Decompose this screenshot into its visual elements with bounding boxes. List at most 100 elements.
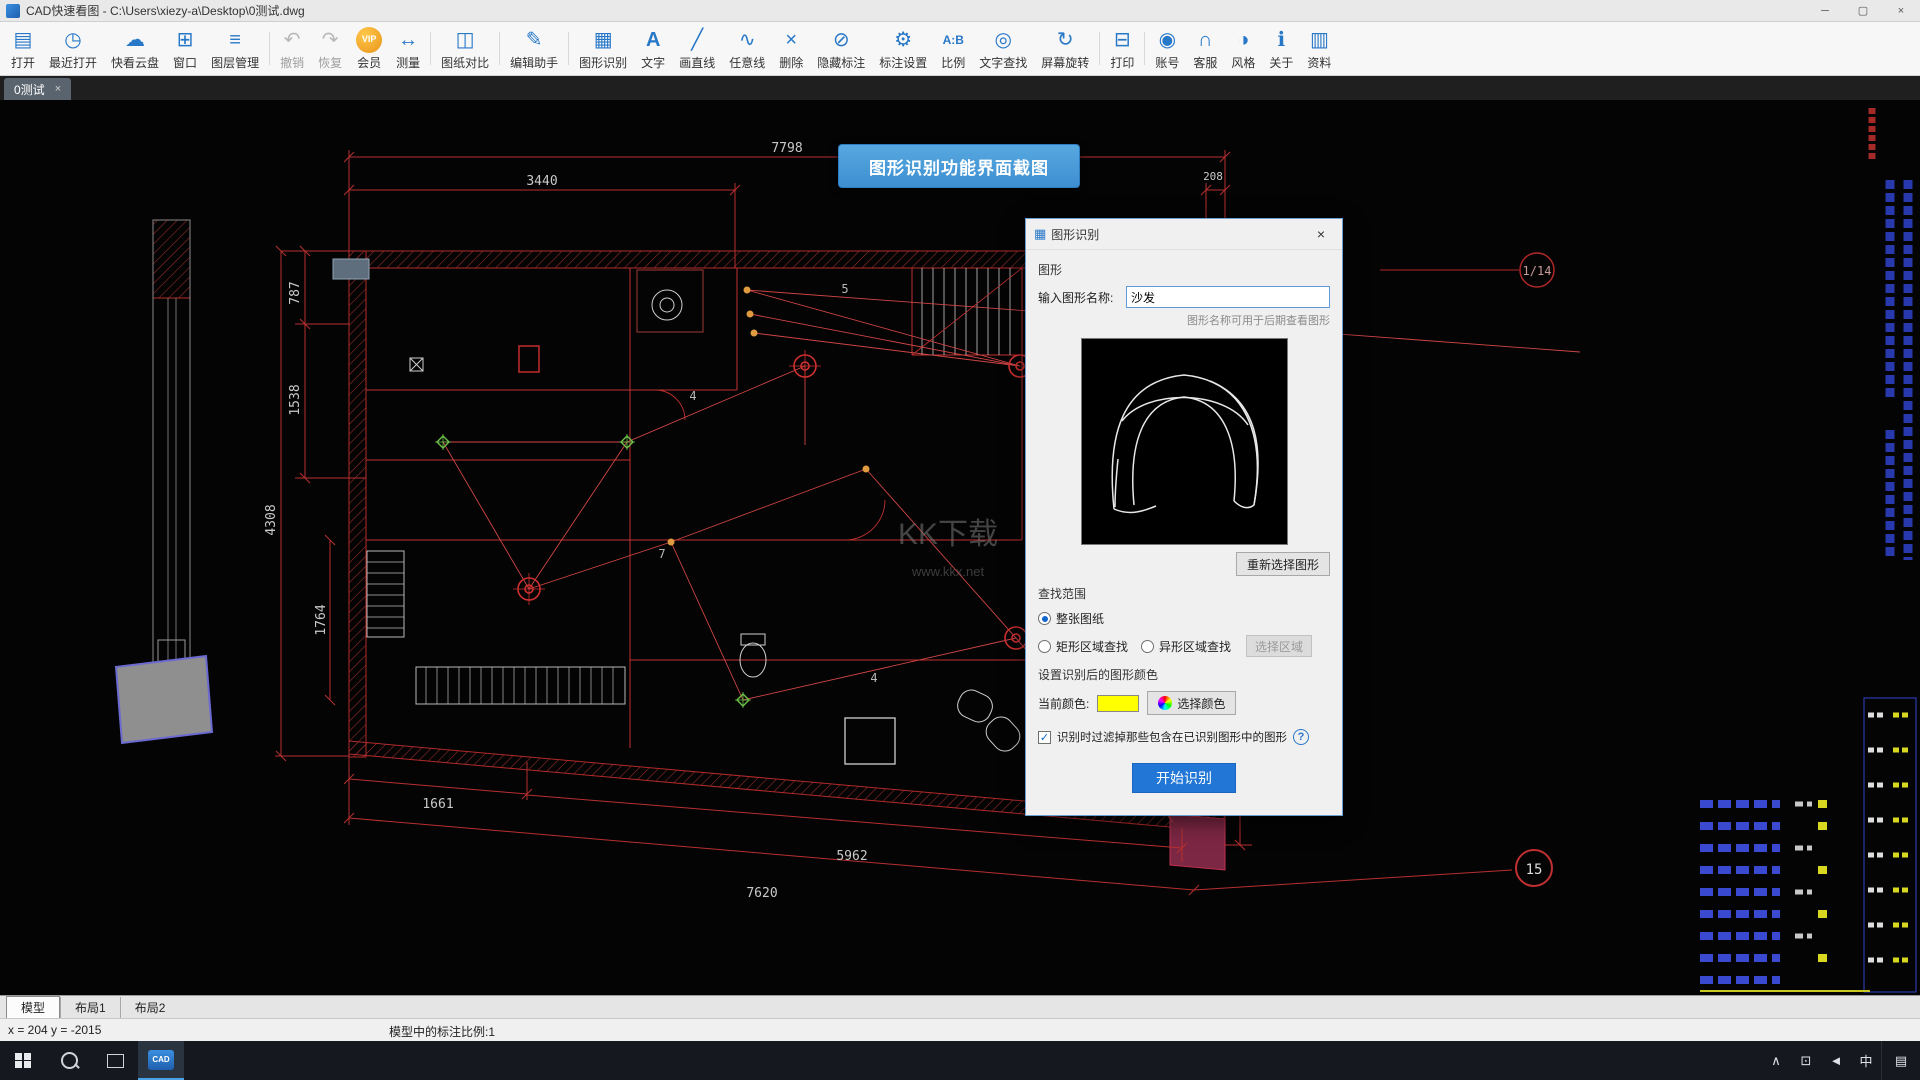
svg-text:1661: 1661: [422, 797, 453, 812]
toolbar-item-drawing-compare[interactable]: ◫ 图纸对比: [434, 24, 496, 73]
select-area-button[interactable]: 选择区域: [1246, 635, 1313, 657]
toolbar-item-screen-rotate[interactable]: ↻ 屏幕旋转: [1034, 24, 1096, 73]
toolbar-separator: [430, 32, 432, 65]
cad-drawing[interactable]: 7798 3440 208 787 1538 4308 1764 5800 16…: [0, 100, 1920, 995]
svg-text:7620: 7620: [746, 886, 777, 901]
taskbar-spacer: [184, 1041, 1761, 1080]
annotation-scale-label: 模型中的标注比例:1: [389, 1025, 496, 1039]
toolbar-item-annotation-settings[interactable]: ⚙ 标注设置: [872, 24, 934, 73]
svg-text:208: 208: [1203, 170, 1223, 183]
document-tab[interactable]: 0测试 ×: [4, 78, 72, 100]
dialog-icon: ▦: [1034, 226, 1047, 241]
current-color-label: 当前颜色:: [1038, 696, 1090, 711]
toolbar-label: 最近打开: [49, 55, 98, 70]
svg-text:4: 4: [689, 389, 696, 403]
toolbar-item-shape-recognition[interactable]: ▦ 图形识别: [572, 24, 634, 73]
toolbar-item-free-line[interactable]: ∿ 任意线: [722, 24, 772, 73]
toolbar-item-hide-annotation[interactable]: ⊘ 隐藏标注: [810, 24, 872, 73]
layout-tab-layout2[interactable]: 布局2: [119, 996, 180, 1018]
radio-irregular-area[interactable]: [1141, 639, 1155, 653]
tray-ime-indicator[interactable]: 中: [1851, 1041, 1881, 1080]
layout-tab-layout1[interactable]: 布局1: [60, 996, 120, 1018]
toolbar-item-recent-open[interactable]: ◷ 最近打开: [42, 24, 104, 73]
help-icon[interactable]: ?: [1293, 729, 1309, 745]
svg-text:1764: 1764: [314, 604, 329, 635]
toolbar-item-layer-manager[interactable]: ≡ 图层管理: [204, 24, 266, 73]
toolbar-item-window[interactable]: ⊞ 窗口: [166, 24, 204, 73]
app-logo-icon: [6, 3, 20, 18]
minimize-button[interactable]: ─: [1806, 0, 1844, 21]
maximize-button[interactable]: ▢: [1844, 0, 1882, 21]
toolbar-item-account[interactable]: ◉ 账号: [1148, 24, 1186, 73]
toolbar-item-style[interactable]: ◑ 风格: [1224, 24, 1262, 73]
toolbar-icon: ⊟: [1113, 28, 1131, 51]
toolbar-label: 会员: [357, 55, 382, 70]
choose-color-button[interactable]: 选择颜色: [1147, 691, 1237, 715]
toolbar-label: 图纸对比: [441, 55, 490, 70]
svg-text:7798: 7798: [771, 141, 802, 156]
stairs: [911, 267, 1023, 356]
layout-tab-model[interactable]: 模型: [6, 996, 61, 1018]
toolbar-label: 比例: [941, 55, 966, 70]
toolbar-item-scale[interactable]: A:B 比例: [934, 24, 972, 73]
toolbar-item-materials[interactable]: ▥ 资料: [1300, 24, 1338, 73]
toolbar-item-open[interactable]: ▤ 打开: [4, 24, 42, 73]
toolbar-item-cloud-drive[interactable]: ☁ 快看云盘: [104, 24, 166, 73]
toolbar-item-text-search[interactable]: ◎ 文字查找: [972, 24, 1034, 73]
reselect-shape-button[interactable]: 重新选择图形: [1235, 552, 1330, 576]
choose-color-label: 选择颜色: [1177, 696, 1226, 711]
filter-checkbox[interactable]: ✓: [1038, 730, 1051, 744]
close-button[interactable]: ×: [1882, 0, 1920, 21]
tray-display-icon[interactable]: ⊡: [1791, 1041, 1821, 1080]
shape-name-hint: 图形名称可用于后期查看图形: [1187, 315, 1330, 327]
toolbar-item-vip-member[interactable]: VIP 会员: [349, 24, 389, 73]
tray-tray-expand-icon[interactable]: ∧: [1761, 1041, 1791, 1080]
svg-text:15: 15: [1526, 862, 1543, 878]
toolbar-item-draw-line[interactable]: ╱ 画直线: [672, 24, 722, 73]
toolbar-icon: ▦: [593, 28, 613, 51]
layout-tabbar: 模型 布局1 布局2: [0, 995, 1920, 1018]
tray-volume-icon[interactable]: ◄: [1821, 1041, 1851, 1080]
toolbar-item-print[interactable]: ⊟ 打印: [1103, 24, 1141, 73]
filter-checkbox-label: 识别时过滤掉那些包含在已识别图形中的图形: [1057, 732, 1287, 744]
task-view-button[interactable]: [92, 1041, 138, 1080]
toolbar-item-measure[interactable]: ↔ 测量: [389, 24, 427, 73]
toolbar-icon: ⚙: [894, 28, 913, 51]
tab-close-icon[interactable]: ×: [55, 83, 61, 95]
right-annotations: [1700, 108, 1917, 993]
radio-whole-drawing[interactable]: [1038, 612, 1051, 625]
dialog-close-icon[interactable]: ×: [1308, 226, 1334, 242]
toolbar-label: 删除: [779, 55, 804, 70]
search-button[interactable]: [46, 1041, 92, 1080]
wiring-lines: [442, 289, 1581, 823]
toolbar-separator: [1144, 32, 1146, 65]
toolbar-separator: [568, 32, 570, 65]
shape-name-input[interactable]: [1126, 286, 1330, 308]
selection-box: [332, 258, 370, 280]
current-color-swatch: [1097, 694, 1140, 712]
toolbar-item-redo[interactable]: ↷ 恢复: [311, 24, 349, 73]
radio-rect-area[interactable]: [1038, 639, 1051, 653]
taskbar-app-cad[interactable]: CAD: [138, 1041, 184, 1080]
toolbar-item-text[interactable]: A 文字: [634, 24, 672, 73]
start-recognition-button[interactable]: 开始识别: [1132, 763, 1236, 793]
toolbar-icon: ℹ: [1277, 28, 1286, 51]
dialog-titlebar[interactable]: ▦ 图形识别 ×: [1026, 219, 1342, 250]
tray-action-center-icon[interactable]: ▤: [1881, 1041, 1920, 1080]
toolbar-label: 撤销: [280, 55, 305, 70]
shape-name-label: 输入图形名称:: [1038, 290, 1114, 305]
color-group-label: 设置识别后的图形颜色: [1038, 668, 1159, 682]
toolbar-icon: A:B: [942, 32, 964, 47]
svg-text:5962: 5962: [836, 849, 867, 864]
drawing-canvas[interactable]: 7798 3440 208 787 1538 4308 1764 5800 16…: [0, 100, 1920, 995]
toolbar-item-support[interactable]: ∩ 客服: [1186, 24, 1224, 73]
screenshot-banner: 图形识别功能界面截图: [838, 144, 1080, 188]
toolbar-item-delete[interactable]: × 删除: [772, 24, 810, 73]
toolbar-item-edit-assistant[interactable]: ✎ 编辑助手: [503, 24, 565, 73]
toolbar-icon: ∿: [738, 28, 756, 51]
start-button[interactable]: [0, 1041, 46, 1080]
circuit-points: [667, 286, 870, 546]
toolbar-item-about[interactable]: ℹ 关于: [1262, 24, 1300, 73]
toolbar-label: 图层管理: [211, 55, 260, 70]
toolbar-item-undo[interactable]: ↶ 撤销: [273, 24, 311, 73]
